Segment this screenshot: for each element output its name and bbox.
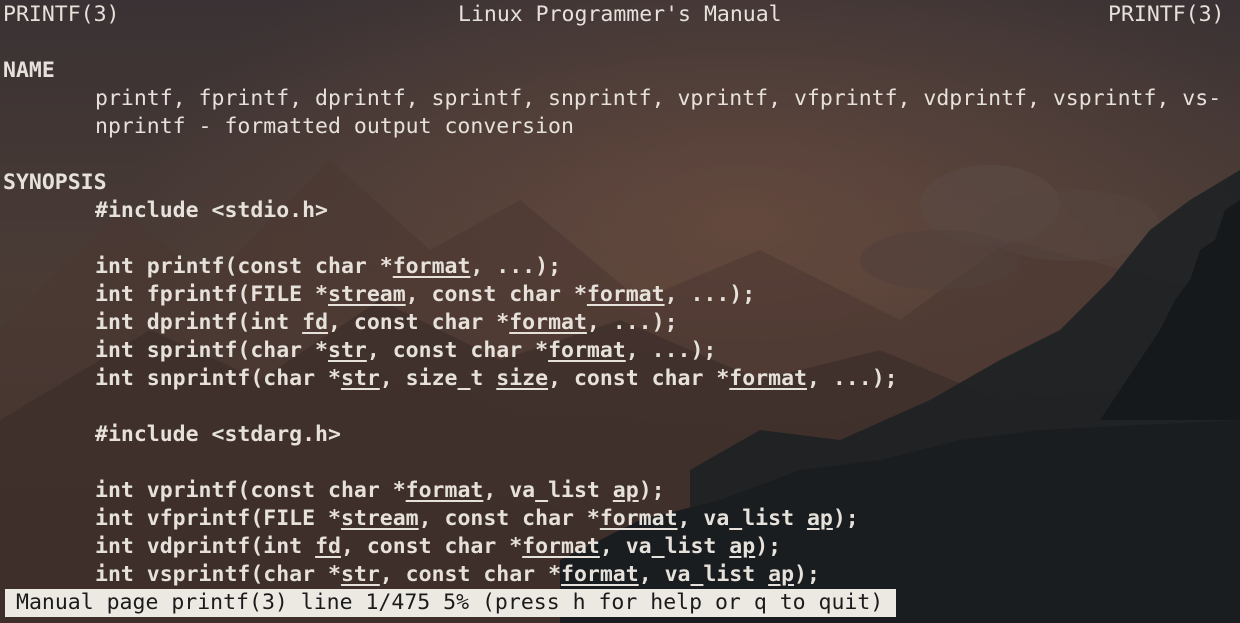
param-format: format	[392, 254, 471, 279]
param-ap: ap	[806, 506, 833, 531]
param-format: format	[561, 562, 639, 587]
param-format: format	[548, 338, 626, 363]
proto-printf: int printf(const char *format, ...);	[95, 254, 562, 279]
proto-sprintf: int sprintf(char *str, const char *forma…	[95, 338, 717, 363]
section-name-title: NAME	[3, 58, 55, 83]
proto-vsprintf: int vsprintf(char *str, const char *form…	[95, 562, 820, 587]
proto-vdprintf: int vdprintf(int fd, const char *format,…	[95, 534, 782, 559]
proto-vprintf: int vprintf(const char *format, va_list …	[95, 478, 665, 503]
proto-fprintf: int fprintf(FILE *stream, const char *fo…	[95, 282, 756, 307]
param-format: format	[586, 282, 665, 307]
param-fd: fd	[315, 534, 341, 559]
proto-vfprintf: int vfprintf(FILE *stream, const char *f…	[95, 506, 859, 531]
include-stdio: #include <stdio.h>	[95, 198, 328, 223]
pager-status-bar: Manual page printf(3) line 1/475 5% (pre…	[5, 589, 897, 617]
param-stream: stream	[328, 282, 406, 307]
man-header-right: PRINTF(3)	[1108, 2, 1225, 27]
param-ap: ap	[612, 478, 639, 503]
man-header-left: PRINTF(3)	[3, 2, 120, 27]
param-str: str	[328, 338, 367, 363]
param-str: str	[340, 562, 380, 587]
man-header-title: Linux Programmer's Manual	[458, 2, 782, 27]
param-str: str	[340, 366, 380, 391]
name-description-line: nprintf - formatted output conversion	[95, 114, 574, 139]
param-stream: stream	[340, 506, 419, 531]
param-ap: ap	[768, 562, 795, 587]
proto-snprintf: int snprintf(char *str, size_t size, con…	[95, 366, 898, 391]
terminal-window[interactable]: PRINTF(3) Linux Programmer's Manual PRIN…	[0, 0, 1240, 623]
name-description-line: printf, fprintf, dprintf, sprintf, snpri…	[95, 86, 1222, 111]
section-synopsis-title: SYNOPSIS	[3, 170, 107, 195]
param-size: size	[496, 366, 549, 391]
param-format: format	[522, 534, 600, 559]
proto-dprintf: int dprintf(int fd, const char *format, …	[95, 310, 678, 335]
include-stdarg: #include <stdarg.h>	[95, 422, 341, 447]
param-fd: fd	[302, 310, 329, 335]
param-format: format	[509, 310, 587, 335]
param-format: format	[729, 366, 807, 391]
param-ap: ap	[729, 534, 756, 559]
param-format: format	[599, 506, 678, 531]
param-format: format	[405, 478, 484, 503]
